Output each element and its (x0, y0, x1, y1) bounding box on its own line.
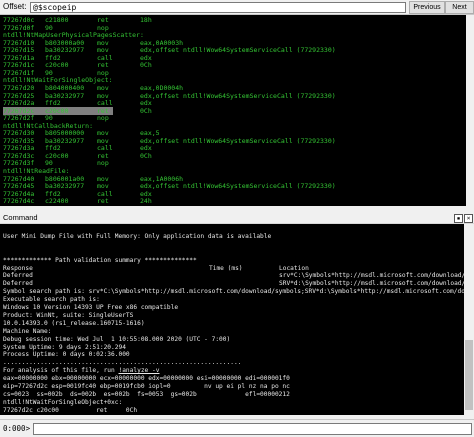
command-output-line: ........................................… (3, 359, 242, 367)
command-output[interactable]: User Mini Dump File with Full Memory: On… (0, 224, 464, 415)
disasm-ops: 24h (140, 197, 152, 206)
command-output-cell: Location (279, 264, 309, 272)
command-output-line: Windows 10 Version 14393 UP Free x86 com… (3, 304, 179, 311)
disasm-ops: 0Ch (140, 61, 152, 70)
offset-input[interactable]: @$scopeip (30, 2, 406, 13)
disasm-mnem: ret (97, 197, 109, 206)
disasm-bytes: c22400 (45, 197, 69, 206)
command-output-line: ntdll!NtWaitForSingleObject+0xc: (3, 398, 123, 406)
command-window-titlebar: Command ▪ × (0, 212, 474, 224)
command-output-line: Executable search path is: (3, 296, 100, 304)
dock-icon[interactable]: ▪ (454, 214, 463, 223)
command-output-cell: Time (ms) (209, 264, 243, 272)
disasm-ops: edx,offset ntdll!Wow64SystemServiceCall … (140, 136, 336, 145)
disasm-ops: 18h (140, 16, 152, 24)
command-output-line: Symbol search path is: srv*C:\Symbols*ht… (3, 288, 464, 296)
disasm-ops: edx,offset ntdll!Wow64SystemServiceCall … (140, 182, 336, 191)
disasm-ops: 0Ch (140, 151, 152, 160)
command-scrollbar-thumb[interactable] (465, 340, 473, 410)
disasm-mnem: nop (97, 159, 109, 168)
command-window-title: Command (3, 213, 38, 222)
next-button[interactable]: Next (445, 1, 474, 14)
command-output-line: Product: WinNt, suite: SingleUserTS (3, 311, 134, 319)
disasm-mnem: nop (97, 114, 109, 123)
command-output-line: eax=00000000 ebx=00000000 ecx=00000000 e… (3, 375, 290, 383)
command-output-line: ************* Path validation summary **… (3, 256, 197, 264)
command-prompt-bar: 0:000> (0, 419, 474, 437)
prompt-label: 0:000> (3, 424, 31, 433)
command-output-line: cs=0023 ss=002b ds=002b es=002b fs=0053 … (3, 390, 290, 398)
command-output-line: Debug session time: Wed Jul 1 10:55:08.0… (3, 335, 231, 343)
command-input[interactable] (33, 423, 472, 435)
command-output-line: eip=77267d2c esp=0019fc40 ebp=0019fcb0 i… (3, 383, 290, 390)
command-output-cell: srv*C:\Symbols*http://msdl.microsoft.com… (279, 272, 464, 280)
disassembly-scrollbar[interactable] (466, 15, 474, 206)
command-output-text: For analysis of this file, run (3, 367, 119, 375)
previous-button[interactable]: Previous (409, 1, 445, 14)
command-output-line: 10.0.14393.0 (rs1_release.160715-1616) (3, 319, 145, 327)
offset-toolbar: Offset: @$scopeip Previous Next (0, 0, 474, 15)
disassembly-pane[interactable]: 77267d0c c21800 ret 18h 77267d0f 90 nop ntdll!N… (0, 15, 466, 206)
command-output-cell: Deferred (3, 280, 33, 288)
disasm-addr: 77267d4c (3, 197, 35, 206)
command-output-line: 77267d2c c20c00 ret 0Ch (3, 406, 138, 414)
command-output-line: System Uptime: 9 days 2:51:20.294 (3, 343, 126, 351)
disasm-ops: edx,offset ntdll!Wow64SystemServiceCall … (140, 91, 336, 100)
command-output-cell: SRV*d:\Symbols*http://msdl.microsoft.com… (279, 280, 464, 288)
disasm-ops: edx,offset ntdll!Wow64SystemServiceCall … (140, 46, 336, 55)
command-output-cell: Deferred (3, 272, 33, 280)
close-icon[interactable]: × (464, 214, 473, 223)
disasm-ops: 0Ch (140, 106, 152, 115)
command-output-line: Process Uptime: 0 days 0:02:36.000 (3, 351, 130, 359)
command-output-cell: Response (3, 264, 33, 272)
command-output-line: User Mini Dump File with Full Memory: On… (3, 232, 272, 240)
command-output-line: Machine Name: (3, 327, 52, 335)
offset-label: Offset: (3, 2, 27, 11)
analyze-link[interactable]: !analyze -v (118, 367, 159, 374)
command-output-line: For analysis of this file, run !analyze … (3, 367, 159, 375)
